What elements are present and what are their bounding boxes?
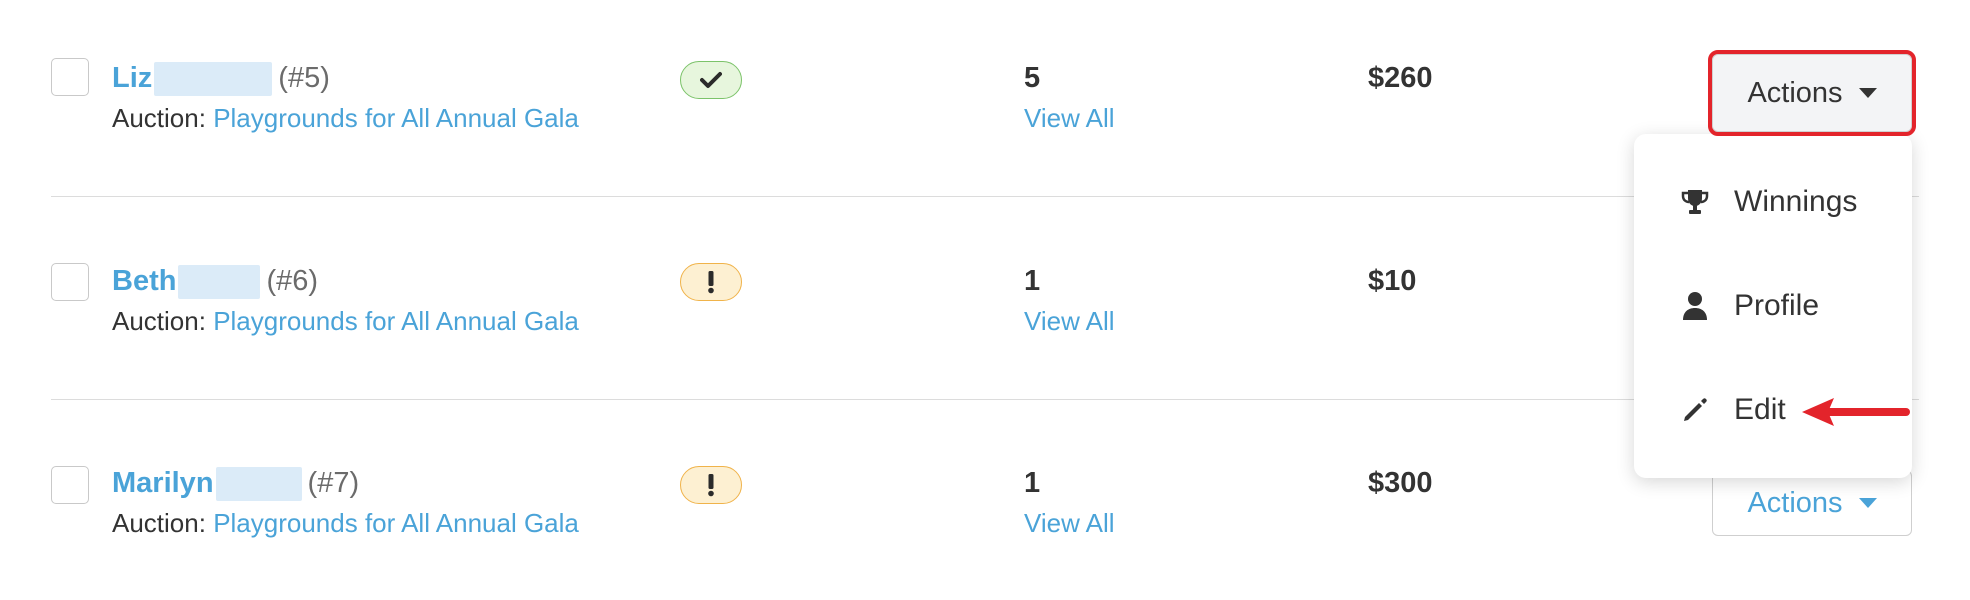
menu-item-label: Winnings xyxy=(1734,185,1858,218)
user-icon xyxy=(1680,291,1710,321)
view-all-link[interactable]: View All xyxy=(1024,304,1115,338)
bidder-name-line: Marilyn (#7) xyxy=(112,465,360,502)
redacted-last-name xyxy=(215,467,302,502)
exclamation-icon xyxy=(708,271,714,294)
menu-item-label: Edit xyxy=(1734,393,1786,426)
auction-link[interactable]: Playgrounds for All Annual Gala xyxy=(213,508,579,538)
pencil-icon xyxy=(1680,395,1710,425)
view-all-link[interactable]: View All xyxy=(1024,506,1115,540)
bidder-number: (#7) xyxy=(307,467,360,499)
row-checkbox[interactable] xyxy=(51,466,89,504)
view-all-link[interactable]: View All xyxy=(1024,101,1115,135)
menu-item-profile[interactable]: Profile xyxy=(1634,266,1912,346)
row-checkbox[interactable] xyxy=(51,58,89,96)
bidder-number: (#5) xyxy=(278,62,330,94)
auction-line: Auction: Playgrounds for All Annual Gala xyxy=(112,304,579,338)
status-badge-paid xyxy=(680,61,742,99)
bidder-number: (#6) xyxy=(266,265,319,297)
actions-button-label: Actions xyxy=(1747,77,1843,109)
auction-label: Auction: xyxy=(112,508,206,538)
actions-button[interactable]: Actions xyxy=(1712,470,1912,536)
total-amount: $260 xyxy=(1368,62,1433,94)
menu-item-winnings[interactable]: Winnings xyxy=(1634,162,1912,242)
bid-count: 1 xyxy=(1024,467,1041,499)
exclamation-icon xyxy=(708,474,714,497)
trophy-icon xyxy=(1680,187,1710,217)
status-badge-warning xyxy=(680,466,742,504)
caret-down-icon xyxy=(1858,88,1877,98)
redacted-last-name xyxy=(178,265,261,300)
checkmark-icon xyxy=(700,72,722,88)
bidder-name-line: Beth (#6) xyxy=(112,263,319,300)
menu-item-label: Profile xyxy=(1734,289,1820,322)
total-amount: $300 xyxy=(1368,467,1433,499)
caret-down-icon xyxy=(1858,498,1877,508)
auction-label: Auction: xyxy=(112,103,206,133)
bidder-name-link[interactable]: Marilyn xyxy=(112,467,214,499)
auction-line: Auction: Playgrounds for All Annual Gala xyxy=(112,101,579,135)
bidder-name-line: Liz (#5) xyxy=(112,60,330,97)
actions-button-label: Actions xyxy=(1747,487,1843,519)
status-badge-warning xyxy=(680,263,742,301)
auction-label: Auction: xyxy=(112,306,206,336)
auction-line: Auction: Playgrounds for All Annual Gala xyxy=(112,506,579,540)
bidder-name-link[interactable]: Liz xyxy=(112,62,152,94)
auction-link[interactable]: Playgrounds for All Annual Gala xyxy=(213,306,579,336)
bidder-name-link[interactable]: Beth xyxy=(112,265,176,297)
bid-count: 5 xyxy=(1024,62,1041,94)
total-amount: $10 xyxy=(1368,265,1417,297)
annotation-arrow-icon xyxy=(1802,398,1910,426)
auction-link[interactable]: Playgrounds for All Annual Gala xyxy=(213,103,579,133)
actions-button-highlighted[interactable]: Actions xyxy=(1708,50,1916,136)
row-checkbox[interactable] xyxy=(51,263,89,301)
bid-count: 1 xyxy=(1024,265,1041,297)
redacted-last-name xyxy=(154,62,273,97)
